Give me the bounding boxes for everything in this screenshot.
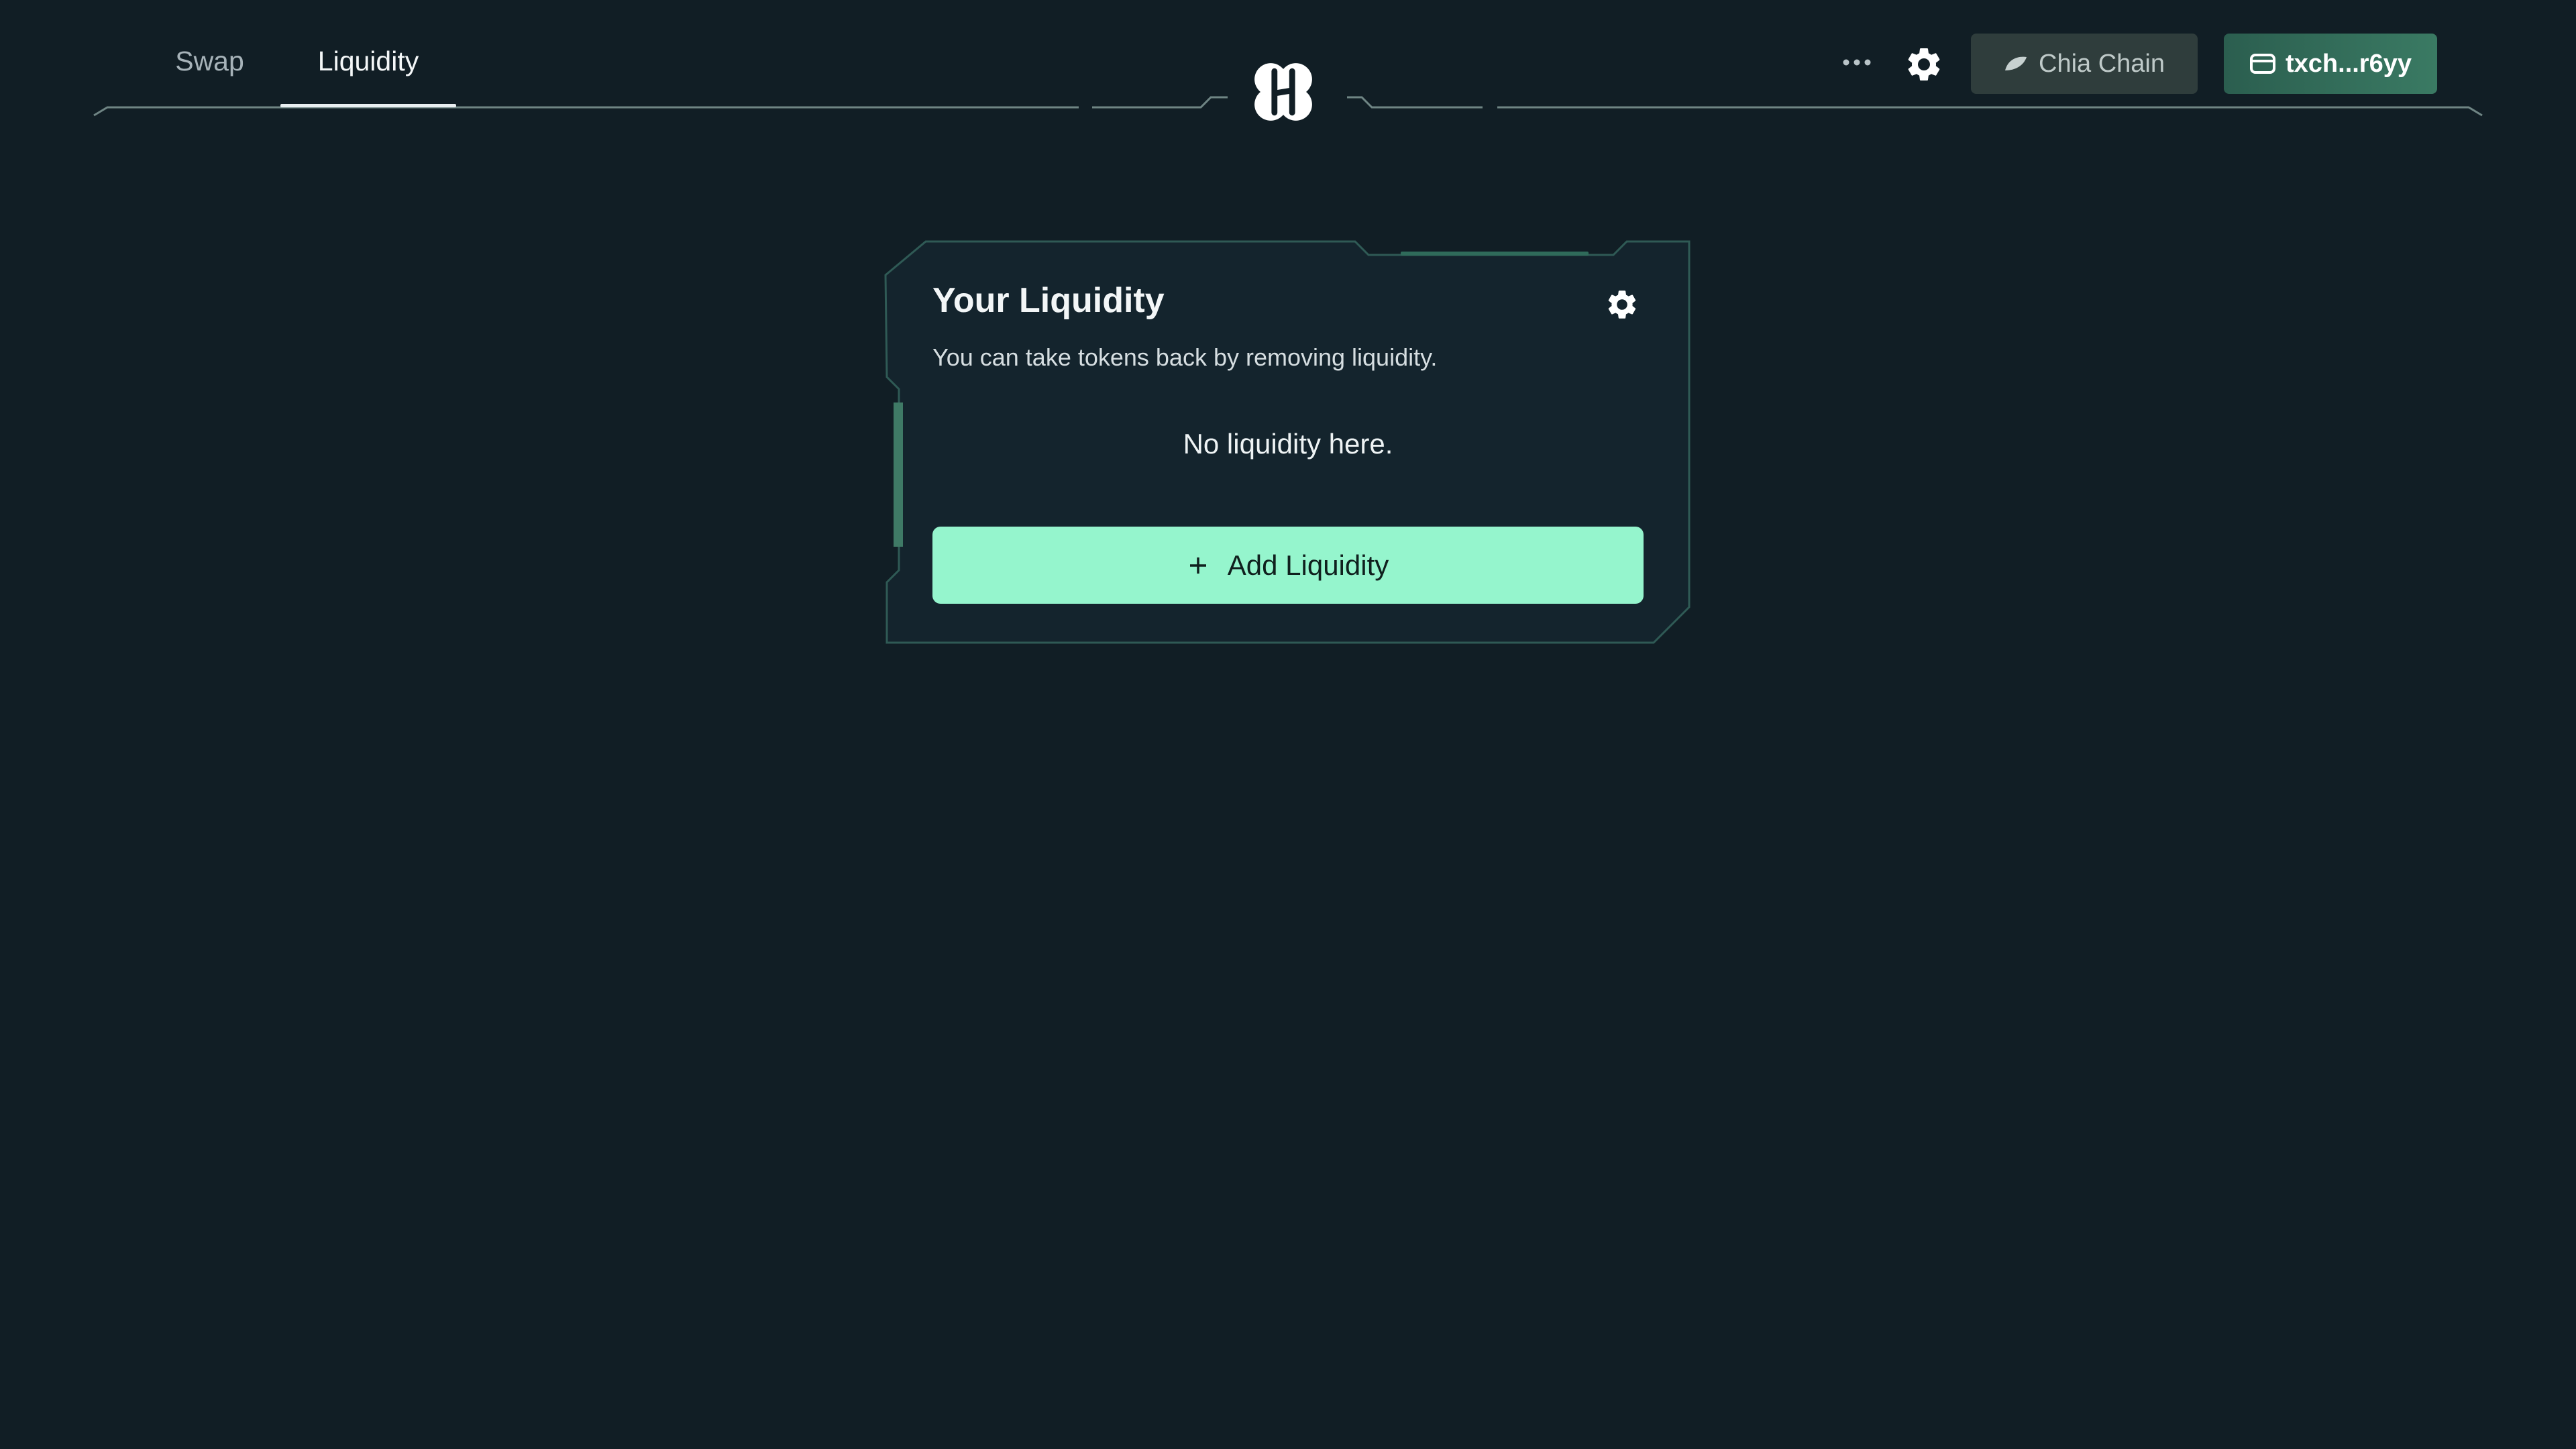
add-liquidity-label: Add Liquidity bbox=[1227, 549, 1389, 581]
card-title: Your Liquidity bbox=[932, 281, 1165, 320]
add-liquidity-button[interactable]: Add Liquidity bbox=[932, 527, 1644, 604]
card-subtitle: You can take tokens back by removing liq… bbox=[932, 343, 1438, 371]
empty-state-message: No liquidity here. bbox=[1183, 428, 1393, 460]
card-settings-icon[interactable] bbox=[1605, 287, 1640, 322]
plus-icon bbox=[1189, 557, 1206, 574]
